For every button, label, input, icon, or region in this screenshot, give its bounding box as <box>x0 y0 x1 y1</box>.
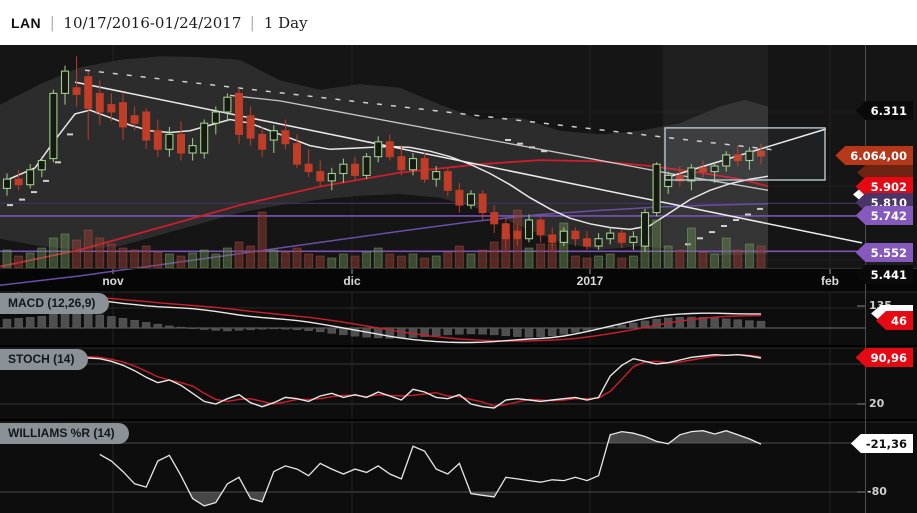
time-axis-label: nov <box>102 274 124 288</box>
macd-indicator-label: MACD (12,26,9) <box>0 293 110 314</box>
price-badge: 6.311 <box>855 101 913 120</box>
symbol-label: LAN <box>11 14 41 31</box>
interval-label: 1 Day <box>263 13 308 32</box>
williams-axis-tick: -80 <box>867 485 887 498</box>
williams-indicator-label: WILLIAMS %R (14) <box>0 423 129 444</box>
header-divider: | <box>50 12 54 32</box>
date-range-label: 10/17/2016-01/24/2017 <box>63 13 242 32</box>
time-axis-label: 2017 <box>576 274 604 288</box>
time-axis-label: dic <box>343 274 361 288</box>
price-badge: 5.552 <box>855 243 913 262</box>
header-divider: | <box>251 12 254 32</box>
price-badge: 5.441 <box>855 265 913 284</box>
stoch-indicator-label: STOCH (14) <box>0 349 89 370</box>
chart-header: LAN | 10/17/2016-01/24/2017 | 1 Day <box>0 0 917 45</box>
chart-canvas[interactable] <box>0 45 917 513</box>
time-axis-label: feb <box>821 274 839 288</box>
trading-chart-app: LAN | 10/17/2016-01/24/2017 | 1 Day MACD… <box>0 0 917 513</box>
price-badge: 5.742 <box>855 206 913 225</box>
williams-value-badge: -21,36 <box>850 434 913 453</box>
price-badge: 6.064,00 <box>835 146 913 165</box>
stoch-value-badge: 90,96 <box>855 348 913 367</box>
stoch-axis-tick: 20 <box>869 397 885 410</box>
